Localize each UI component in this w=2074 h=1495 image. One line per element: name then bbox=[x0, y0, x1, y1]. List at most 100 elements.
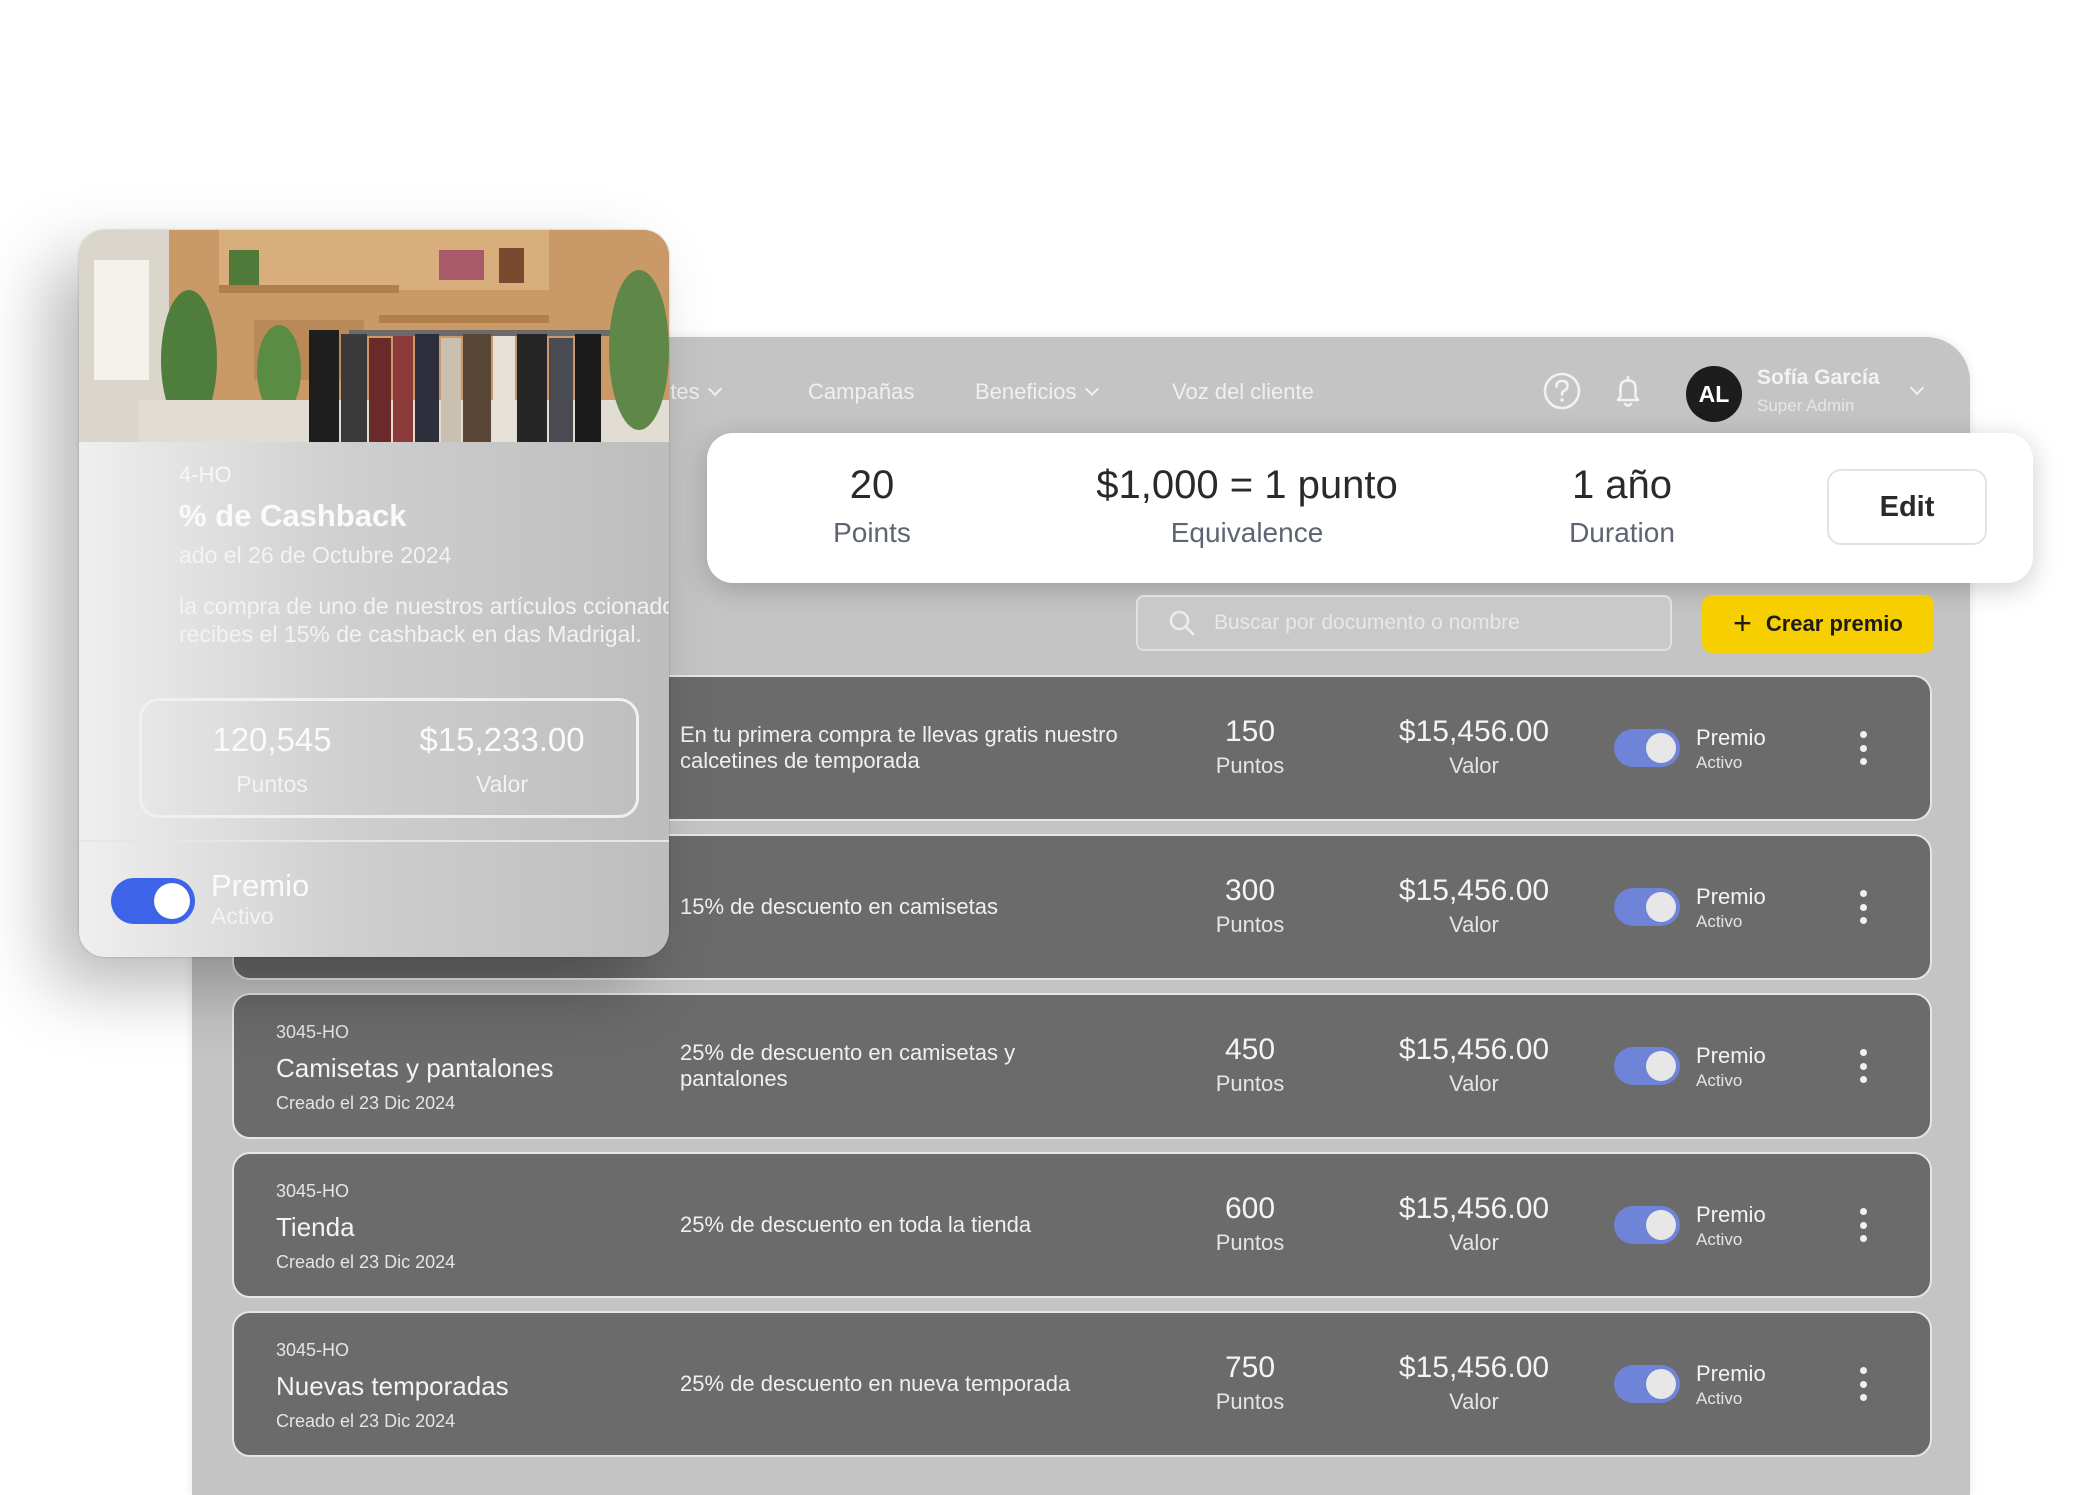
create-reward-button[interactable]: + Crear premio bbox=[1702, 595, 1934, 653]
reward-points: 150 Puntos bbox=[1194, 715, 1306, 779]
toggle-knob bbox=[1646, 1210, 1676, 1240]
active-toggle[interactable] bbox=[111, 878, 195, 924]
reward-points: 450 Puntos bbox=[1194, 1033, 1306, 1097]
status-title: Premio bbox=[1696, 884, 1766, 909]
value-label: Valor bbox=[1449, 1389, 1499, 1414]
value-label: Valor bbox=[1449, 753, 1499, 778]
reward-date: Creado el 23 Dic 2024 bbox=[276, 1411, 456, 1431]
points-label: Puntos bbox=[1215, 1230, 1285, 1255]
status-title: Premio bbox=[1696, 1043, 1766, 1068]
reward-points: 300 Puntos bbox=[1194, 874, 1306, 938]
equivalence-label: Equivalence bbox=[1170, 517, 1324, 548]
store-photo bbox=[79, 230, 669, 442]
active-toggle[interactable] bbox=[1614, 1206, 1680, 1244]
points-label: Puntos bbox=[1215, 912, 1285, 937]
user-name: Sofía García bbox=[1757, 366, 1880, 389]
divider bbox=[79, 840, 669, 842]
reward-code: 3045-HO bbox=[276, 1181, 350, 1201]
active-toggle[interactable] bbox=[1614, 1365, 1680, 1403]
active-toggle[interactable] bbox=[1614, 1047, 1680, 1085]
duration-label: Duration bbox=[1569, 517, 1675, 548]
active-toggle[interactable] bbox=[1614, 888, 1680, 926]
points-label: Puntos bbox=[236, 771, 308, 797]
table-row[interactable]: 3045-HO Nuevas temporadas Creado el 23 D… bbox=[232, 1311, 1932, 1457]
search-icon bbox=[1169, 610, 1195, 636]
chevron-down-icon[interactable] bbox=[1909, 380, 1925, 396]
nav-item-label: Voz del cliente bbox=[1172, 379, 1314, 404]
reward-description: 25% de descuento en camisetas y pantalon… bbox=[680, 1039, 1016, 1091]
bell-icon[interactable] bbox=[1608, 371, 1648, 411]
toggle-knob bbox=[1646, 1051, 1676, 1081]
more-options-icon[interactable] bbox=[1858, 731, 1868, 765]
more-options-icon[interactable] bbox=[1858, 1208, 1868, 1242]
plus-icon: + bbox=[1733, 604, 1752, 641]
value-amount: $15,456.00 bbox=[1398, 1351, 1550, 1384]
reward-date: Creado el 23 Dic 2024 bbox=[276, 1093, 456, 1113]
status-subtitle: Activo bbox=[211, 903, 274, 929]
more-options-icon[interactable] bbox=[1858, 890, 1868, 924]
points-value: 150 bbox=[1224, 715, 1276, 748]
reward-status: Premio Activo bbox=[1696, 1045, 1766, 1091]
avatar[interactable]: AL bbox=[1686, 366, 1742, 422]
points-label: Puntos bbox=[1215, 1071, 1285, 1096]
reward-status: Premio Activo bbox=[211, 870, 309, 930]
reward-code: 4-HO bbox=[179, 462, 232, 487]
reward-title: Tienda bbox=[276, 1212, 355, 1242]
reward-status: Premio Activo bbox=[1696, 1363, 1766, 1409]
points-value: 300 bbox=[1224, 874, 1276, 907]
reward-code: 3045-HO bbox=[276, 1022, 350, 1042]
reward-status: Premio Activo bbox=[1696, 727, 1766, 773]
reward-value: $15,456.00 Valor bbox=[1374, 874, 1574, 938]
reward-description: En tu primera compra te llevas gratis nu… bbox=[680, 721, 1118, 773]
reward-value: $15,456.00 Valor bbox=[1374, 1192, 1574, 1256]
reward-value: $15,456.00 Valor bbox=[1374, 1033, 1574, 1097]
create-reward-label: Crear premio bbox=[1765, 611, 1903, 636]
nav-item-beneficios[interactable]: Beneficios bbox=[975, 379, 1099, 405]
search-input[interactable]: Buscar por documento o nombre bbox=[1136, 595, 1672, 651]
reward-stats-box: 120,545 Puntos $15,233.00 Valor bbox=[139, 698, 639, 818]
table-row[interactable]: 3045-HO Tienda Creado el 23 Dic 2024 25%… bbox=[232, 1152, 1932, 1298]
reward-value: $15,233.00 Valor bbox=[392, 721, 612, 798]
more-options-icon[interactable] bbox=[1858, 1049, 1868, 1083]
more-options-icon[interactable] bbox=[1858, 1367, 1868, 1401]
duration-value: 1 año bbox=[1571, 463, 1673, 507]
points-value: 750 bbox=[1224, 1351, 1276, 1384]
value-amount: $15,456.00 bbox=[1398, 1192, 1550, 1225]
reward-title: Camisetas y pantalones bbox=[276, 1053, 554, 1083]
status-title: Premio bbox=[1696, 1202, 1766, 1227]
chevron-down-icon bbox=[1084, 381, 1099, 397]
reward-status: Premio Activo bbox=[1696, 886, 1766, 932]
reward-title: Nuevas temporadas bbox=[276, 1371, 509, 1401]
points-value: 600 bbox=[1224, 1192, 1276, 1225]
table-row[interactable]: 3045-HO Camisetas y pantalones Creado el… bbox=[232, 993, 1932, 1139]
reward-description: 25% de descuento en toda la tienda bbox=[680, 1211, 1032, 1237]
reward-date: Creado el 23 Dic 2024 bbox=[276, 1252, 456, 1272]
toggle-knob bbox=[1646, 892, 1676, 922]
value-amount: $15,456.00 bbox=[1398, 1033, 1550, 1066]
reward-points: 600 Puntos bbox=[1194, 1192, 1306, 1256]
status-title: Premio bbox=[1696, 1361, 1766, 1386]
reward-description: 25% de descuento en nueva temporada bbox=[680, 1370, 1071, 1396]
nav-item-campanas[interactable]: Campañas bbox=[808, 379, 914, 405]
edit-button[interactable]: Edit bbox=[1827, 469, 1987, 545]
value-amount: $15,456.00 bbox=[1398, 715, 1550, 748]
points-label: Points bbox=[833, 517, 911, 548]
value-label: Valor bbox=[476, 771, 528, 797]
active-toggle[interactable] bbox=[1614, 729, 1680, 767]
points-value: 20 bbox=[849, 463, 895, 507]
reward-description: la compra de uno de nuestros artículos c… bbox=[179, 593, 669, 647]
toggle-knob bbox=[1646, 1369, 1676, 1399]
reward-title: % de Cashback bbox=[179, 498, 407, 533]
reward-points: 120,545 Puntos bbox=[182, 721, 362, 798]
reward-detail-card[interactable]: 4-HO % de Cashback ado el 26 de Octubre … bbox=[79, 230, 669, 957]
reward-date: ado el 26 de Octubre 2024 bbox=[179, 542, 452, 568]
toggle-knob bbox=[154, 883, 190, 919]
points-stat: 20 Points bbox=[757, 461, 987, 549]
equivalence-stat: $1,000 = 1 punto Equivalence bbox=[1047, 461, 1447, 549]
help-icon[interactable] bbox=[1542, 371, 1582, 411]
reward-value: $15,456.00 Valor bbox=[1374, 715, 1574, 779]
nav-item-voz-del-cliente[interactable]: Voz del cliente bbox=[1172, 379, 1314, 405]
value-amount: $15,233.00 bbox=[419, 721, 585, 758]
reward-status: Premio Activo bbox=[1696, 1204, 1766, 1250]
points-value: 450 bbox=[1224, 1033, 1276, 1066]
